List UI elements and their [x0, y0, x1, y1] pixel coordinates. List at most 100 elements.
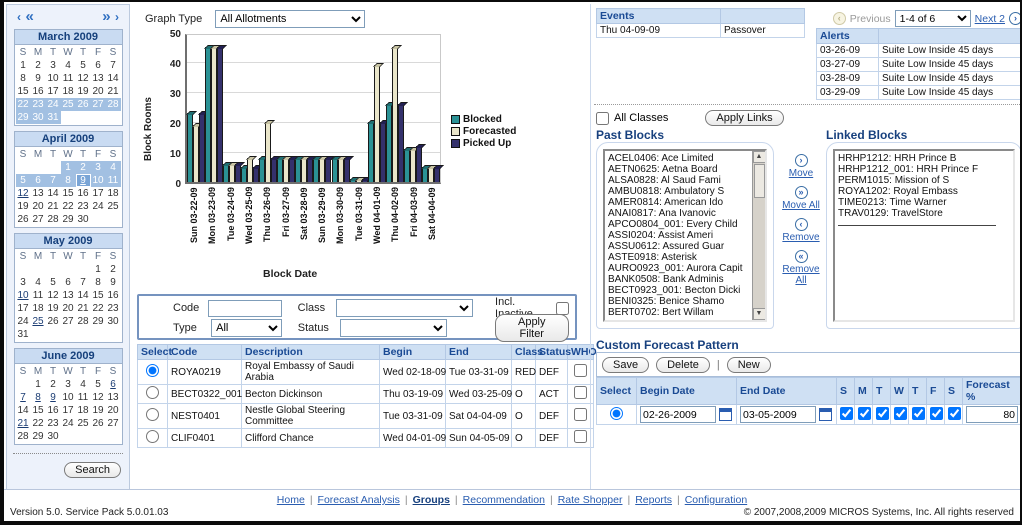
calendar-day[interactable]: 9 — [106, 276, 121, 289]
calendar-day[interactable]: 26 — [46, 315, 61, 328]
row-select-radio[interactable] — [146, 408, 159, 421]
calendar-day[interactable]: 16 — [76, 187, 91, 200]
calendar-day[interactable]: 25 — [76, 417, 91, 430]
remove-all-icon[interactable]: « — [795, 250, 808, 263]
calendar-day[interactable]: 2 — [106, 263, 121, 276]
calendar-day[interactable]: 21 — [16, 417, 31, 430]
footer-link-rate-shopper[interactable]: Rate Shopper — [558, 494, 623, 506]
list-item[interactable]: AURO0923_001: Aurora Capit — [608, 263, 750, 274]
who-checkbox[interactable] — [574, 430, 587, 443]
calendar-day[interactable]: 11 — [31, 289, 46, 302]
calendar-day[interactable]: 2 — [76, 161, 91, 174]
list-item[interactable]: AETN0625: Aetna Board — [608, 164, 750, 175]
list-item[interactable]: TIME0213: Time Warner — [838, 197, 1010, 208]
calendar-day[interactable]: 6 — [61, 276, 76, 289]
page-range-select[interactable]: 1-4 of 6 — [895, 10, 971, 27]
past-blocks-list[interactable]: ▲ ▼ ACEL0406: Ace LimitedAETN0625: Aetna… — [603, 149, 767, 322]
scrollbar[interactable]: ▲ ▼ — [752, 151, 765, 320]
calendar-day[interactable]: 26 — [91, 417, 106, 430]
move-all-icon[interactable]: » — [795, 186, 808, 199]
calendar-day[interactable]: 14 — [16, 404, 31, 417]
forecast-select-radio[interactable] — [610, 407, 623, 420]
apply-filter-button[interactable]: Apply Filter — [495, 314, 569, 342]
list-item[interactable]: BENI0325: Benice Shamo — [608, 296, 750, 307]
calendar-day[interactable]: 12 — [46, 289, 61, 302]
list-item[interactable]: ASTE0918: Asterisk — [608, 252, 750, 263]
calendar-day[interactable]: 15 — [16, 85, 31, 98]
calendar-day[interactable]: 5 — [76, 59, 91, 72]
calendar-day[interactable]: 29 — [61, 213, 76, 226]
calendar-day[interactable]: 14 — [76, 289, 91, 302]
all-classes-checkbox[interactable] — [596, 112, 609, 125]
list-item[interactable]: TRAV0129: TravelStore — [838, 208, 1010, 219]
list-item[interactable]: BANK0508: Bank Adminis — [608, 274, 750, 285]
calendar-day[interactable]: 9 — [46, 391, 61, 404]
calendar-day[interactable]: 16 — [31, 85, 46, 98]
calendar-day[interactable]: 19 — [46, 302, 61, 315]
footer-link-forecast-analysis[interactable]: Forecast Analysis — [318, 494, 400, 506]
calendar-day[interactable]: 11 — [106, 174, 121, 187]
calendar-day[interactable]: 7 — [76, 276, 91, 289]
calendar-day[interactable]: 28 — [106, 98, 121, 111]
calendar-day[interactable]: 16 — [46, 404, 61, 417]
next-month-icon[interactable]: › — [115, 10, 119, 24]
calendar-day[interactable]: 7 — [106, 59, 121, 72]
end-date-input[interactable] — [740, 406, 816, 423]
calendar-day[interactable]: 11 — [76, 391, 91, 404]
calendar-day[interactable]: 23 — [31, 98, 46, 111]
who-checkbox[interactable] — [574, 386, 587, 399]
calendar-day[interactable]: 24 — [46, 98, 61, 111]
calendar-day[interactable]: 15 — [91, 289, 106, 302]
remove-link[interactable]: Remove — [779, 232, 823, 243]
calendar-day[interactable]: 26 — [76, 98, 91, 111]
calendar-day[interactable]: 22 — [91, 302, 106, 315]
calendar-day[interactable]: 6 — [31, 174, 46, 187]
remove-all-link[interactable]: Remove All — [779, 264, 823, 286]
calendar-day[interactable]: 29 — [91, 315, 106, 328]
day-checkbox[interactable] — [876, 407, 889, 420]
calendar-day[interactable]: 20 — [106, 404, 121, 417]
graph-type-select[interactable]: All Allotments — [215, 10, 365, 28]
calendar-day[interactable]: 4 — [61, 59, 76, 72]
calendar-icon[interactable] — [719, 408, 732, 421]
new-button[interactable]: New — [727, 357, 771, 373]
list-item[interactable]: HRHP1212: HRH Prince B — [838, 153, 1010, 164]
calendar-day[interactable]: 25 — [61, 98, 76, 111]
footer-link-home[interactable]: Home — [277, 494, 305, 506]
calendar-day[interactable]: 2 — [31, 59, 46, 72]
calendar-day[interactable]: 27 — [61, 315, 76, 328]
calendar-day[interactable]: 17 — [46, 85, 61, 98]
calendar-day[interactable]: 13 — [31, 187, 46, 200]
calendar-day[interactable]: 9 — [76, 174, 91, 187]
calendar-day[interactable]: 12 — [76, 72, 91, 85]
prev-year-icon[interactable]: « — [25, 8, 33, 25]
calendar-day[interactable]: 15 — [61, 187, 76, 200]
list-item[interactable]: ACEL0406: Ace Limited — [608, 153, 750, 164]
code-input[interactable] — [208, 300, 282, 317]
list-item[interactable]: BERT0702: Bert Willam — [608, 307, 750, 318]
delete-button[interactable]: Delete — [656, 357, 710, 373]
day-checkbox[interactable] — [948, 407, 961, 420]
calendar-day[interactable]: 30 — [106, 315, 121, 328]
calendar-day[interactable]: 18 — [76, 404, 91, 417]
calendar-day[interactable]: 18 — [106, 187, 121, 200]
calendar-day[interactable]: 20 — [31, 200, 46, 213]
calendar-day[interactable]: 9 — [31, 72, 46, 85]
footer-link-reports[interactable]: Reports — [635, 494, 672, 506]
day-checkbox[interactable] — [912, 407, 925, 420]
calendar-icon[interactable] — [819, 408, 832, 421]
remove-icon[interactable]: ‹ — [795, 218, 808, 231]
linked-blocks-list[interactable]: HRHP1212: HRH Prince BHRHP1212_001: HRH … — [833, 149, 1015, 322]
list-item[interactable]: ROYA1202: Royal Embass — [838, 186, 1010, 197]
list-item[interactable]: ANAI0817: Ana Ivanovic — [608, 208, 750, 219]
calendar-day[interactable]: 21 — [106, 85, 121, 98]
calendar-day[interactable]: 25 — [31, 315, 46, 328]
calendar-day[interactable]: 6 — [91, 59, 106, 72]
apply-links-button[interactable]: Apply Links — [705, 110, 783, 126]
list-item[interactable]: ASSU0612: Assured Guar — [608, 241, 750, 252]
calendar-day[interactable]: 17 — [61, 404, 76, 417]
calendar-day[interactable]: 2 — [46, 378, 61, 391]
calendar-day[interactable]: 16 — [106, 289, 121, 302]
calendar-day[interactable]: 27 — [91, 98, 106, 111]
calendar-day[interactable]: 3 — [16, 276, 31, 289]
